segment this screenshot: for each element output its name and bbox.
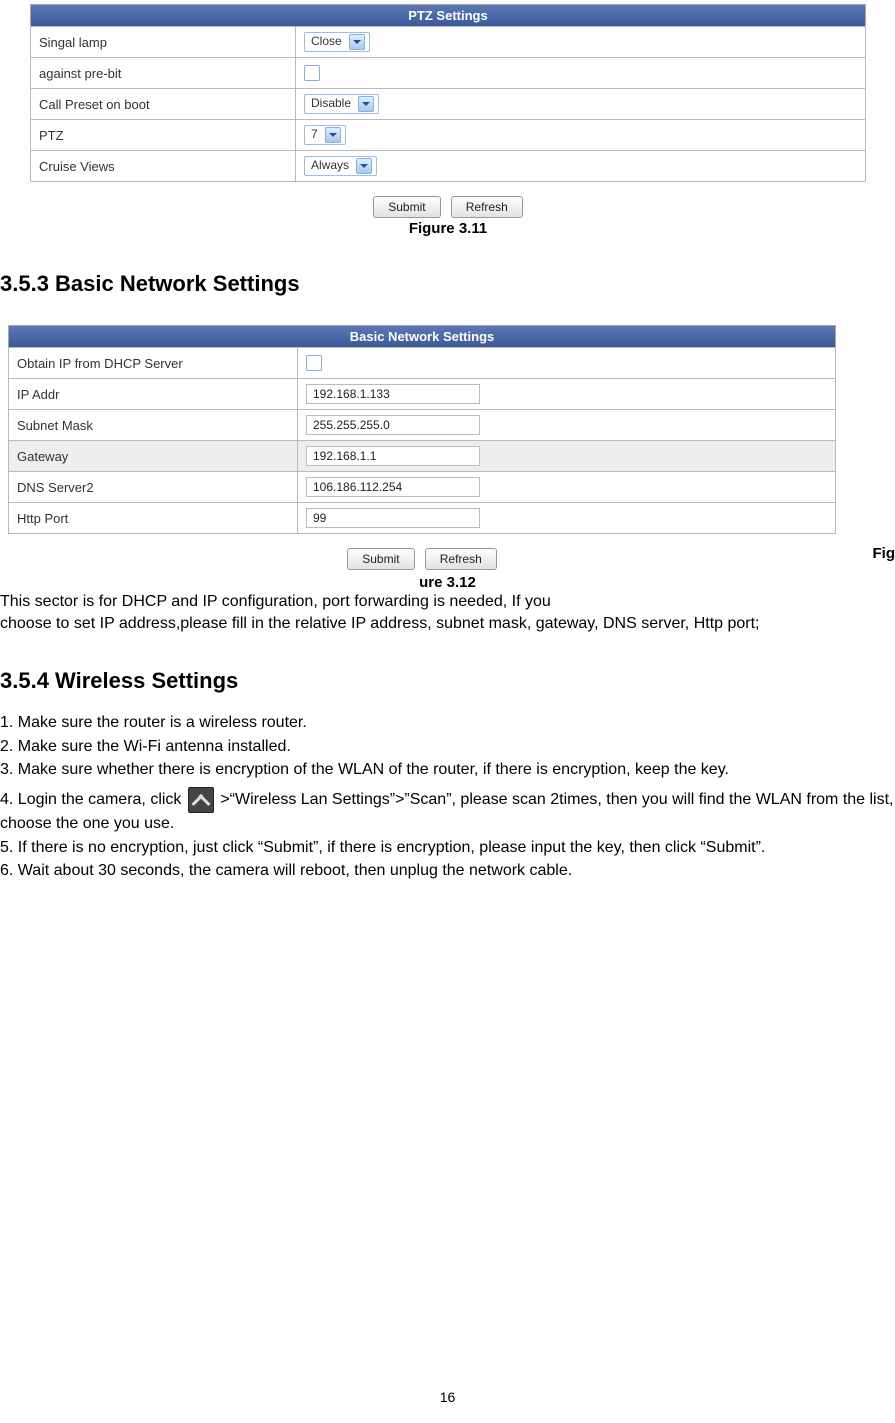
- ptz-ptz-select[interactable]: 7: [304, 125, 346, 145]
- wireless-step-6: 6. Wait about 30 seconds, the camera wil…: [0, 860, 895, 882]
- ptz-singal-lamp-select[interactable]: Close: [304, 32, 370, 52]
- ptz-cruise-cell: Always: [296, 151, 866, 182]
- ptz-settings-panel: PTZ Settings Singal lamp Close against p…: [30, 4, 866, 237]
- ptz-button-row: Submit Refresh: [30, 196, 866, 218]
- figure-3-12-caption-part-b: ure 3.12: [0, 574, 895, 591]
- wireless-step-5: 5. If there is no encryption, just click…: [0, 837, 895, 859]
- net-dhcp-cell: [298, 348, 836, 379]
- ptz-ptz-label: PTZ: [31, 120, 296, 151]
- page-number: 16: [0, 1389, 895, 1405]
- figure-3-11-caption: Figure 3.11: [30, 220, 866, 237]
- network-refresh-button[interactable]: Refresh: [425, 548, 497, 570]
- net-gateway-label: Gateway: [9, 441, 298, 472]
- ptz-against-cell: [296, 58, 866, 89]
- net-dns-cell: 106.186.112.254: [298, 472, 836, 503]
- network-description-line2: choose to set IP address,please fill in …: [0, 613, 895, 635]
- net-ip-input[interactable]: 192.168.1.133: [306, 384, 480, 404]
- net-http-cell: 99: [298, 503, 836, 534]
- ptz-ptz-value: 7: [311, 127, 318, 141]
- ptz-singal-lamp-cell: Close: [296, 27, 866, 58]
- wireless-step-2: 2. Make sure the Wi-Fi antenna installed…: [0, 736, 895, 758]
- ptz-panel-title: PTZ Settings: [30, 4, 866, 26]
- ptz-settings-table: Singal lamp Close against pre-bit Call P…: [30, 26, 866, 182]
- net-dns-label: DNS Server2: [9, 472, 298, 503]
- net-subnet-input[interactable]: 255.255.255.0: [306, 415, 480, 435]
- ptz-call-preset-select[interactable]: Disable: [304, 94, 379, 114]
- wireless-step-3: 3. Make sure whether there is encryption…: [0, 759, 895, 781]
- ptz-cruise-label: Cruise Views: [31, 151, 296, 182]
- network-button-row: Submit Refresh: [8, 548, 836, 570]
- chevron-down-icon: [325, 127, 341, 143]
- ptz-against-checkbox[interactable]: [304, 65, 320, 81]
- ptz-call-preset-cell: Disable: [296, 89, 866, 120]
- ptz-refresh-button[interactable]: Refresh: [451, 196, 523, 218]
- ptz-singal-lamp-value: Close: [311, 34, 342, 48]
- figure-3-12-caption-part-a: Fig: [873, 545, 895, 562]
- net-http-input[interactable]: 99: [306, 508, 480, 528]
- wireless-step-4a: 4. Login the camera, click: [0, 791, 181, 808]
- chevron-down-icon: [349, 34, 365, 50]
- wireless-step-1: 1. Make sure the router is a wireless ro…: [0, 712, 895, 734]
- section-3-5-3-heading: 3.5.3 Basic Network Settings: [0, 271, 895, 297]
- tools-icon: [188, 787, 214, 813]
- net-dns-input[interactable]: 106.186.112.254: [306, 477, 480, 497]
- net-gateway-input[interactable]: 192.168.1.1: [306, 446, 480, 466]
- net-subnet-cell: 255.255.255.0: [298, 410, 836, 441]
- net-ip-cell: 192.168.1.133: [298, 379, 836, 410]
- chevron-down-icon: [358, 96, 374, 112]
- ptz-cruise-select[interactable]: Always: [304, 156, 377, 176]
- ptz-submit-button[interactable]: Submit: [373, 196, 440, 218]
- wireless-steps-list: 1. Make sure the router is a wireless ro…: [0, 712, 895, 882]
- net-ip-label: IP Addr: [9, 379, 298, 410]
- net-dhcp-checkbox[interactable]: [306, 355, 322, 371]
- ptz-against-label: against pre-bit: [31, 58, 296, 89]
- ptz-call-preset-label: Call Preset on boot: [31, 89, 296, 120]
- net-http-label: Http Port: [9, 503, 298, 534]
- ptz-ptz-cell: 7: [296, 120, 866, 151]
- net-gateway-cell: 192.168.1.1: [298, 441, 836, 472]
- ptz-call-preset-value: Disable: [311, 96, 351, 110]
- chevron-down-icon: [356, 158, 372, 174]
- network-submit-button[interactable]: Submit: [347, 548, 414, 570]
- network-panel-title: Basic Network Settings: [8, 325, 836, 347]
- net-subnet-label: Subnet Mask: [9, 410, 298, 441]
- ptz-cruise-value: Always: [311, 158, 349, 172]
- wireless-step-4: 4. Login the camera, click >“Wireless La…: [0, 787, 895, 835]
- network-settings-panel: Basic Network Settings Obtain IP from DH…: [8, 325, 836, 570]
- network-settings-table: Obtain IP from DHCP Server IP Addr 192.1…: [8, 347, 836, 534]
- net-dhcp-label: Obtain IP from DHCP Server: [9, 348, 298, 379]
- section-3-5-4-heading: 3.5.4 Wireless Settings: [0, 668, 895, 694]
- network-description-line1: This sector is for DHCP and IP configura…: [0, 591, 895, 613]
- ptz-singal-lamp-label: Singal lamp: [31, 27, 296, 58]
